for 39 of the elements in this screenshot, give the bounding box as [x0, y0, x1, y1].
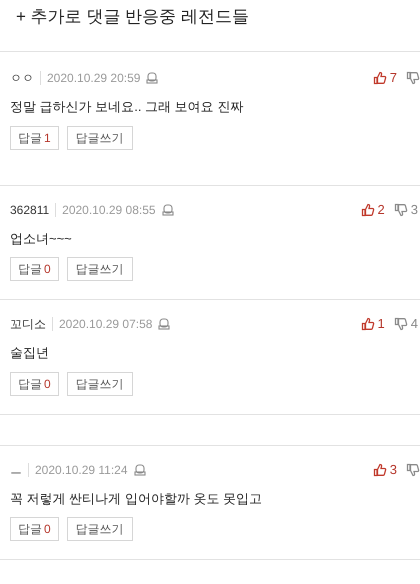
bell-icon[interactable] — [134, 464, 146, 476]
thumbs-up-icon[interactable] — [360, 202, 375, 216]
thumbs-down-icon[interactable] — [406, 71, 420, 85]
thumbs-up-icon[interactable] — [372, 71, 387, 85]
author-name: ㅡ — [10, 462, 22, 478]
comment-text: 술집년 — [10, 344, 50, 362]
thumbs-down-icon[interactable] — [394, 317, 408, 331]
write-reply-button[interactable]: 답글쓰기 — [66, 257, 133, 281]
write-reply-button[interactable]: 답글쓰기 — [66, 126, 133, 150]
comment-text: 업소녀~~~ — [10, 230, 73, 248]
like-count: 7 — [390, 69, 397, 88]
bell-icon[interactable] — [158, 318, 170, 330]
thumbs-up-icon[interactable] — [360, 317, 375, 331]
author-name: ㅇㅇ — [10, 70, 34, 87]
section-heading: + 추가로 댓글 반응중 레전드들 — [16, 6, 249, 28]
comment-text: 정말 급하신가 보네요.. 그래 보여요 진짜 — [10, 98, 244, 116]
bell-icon[interactable] — [162, 204, 174, 216]
author-name: 362811 — [10, 202, 50, 218]
write-reply-button[interactable]: 답글쓰기 — [66, 517, 133, 541]
comment-date: 2020.10.29 07:58 — [59, 316, 152, 333]
like-count: 2 — [378, 200, 385, 219]
like-count: 3 — [390, 460, 397, 479]
comment-date: 2020.10.29 11:24 — [35, 462, 128, 478]
reply-count-button[interactable]: 답글 0 — [10, 257, 59, 281]
comment-date: 2020.10.29 08:55 — [62, 202, 156, 218]
thumbs-down-icon[interactable] — [394, 202, 408, 216]
author-name: 꼬디소 — [10, 316, 46, 333]
dislike-count: 3 — [410, 200, 418, 219]
comment-date: 2020.10.29 20:59 — [47, 70, 140, 87]
like-count: 1 — [378, 315, 385, 334]
comment-text: 꼭 저렇게 싼티나게 입어야할까 옷도 못입고 — [10, 490, 264, 508]
bell-icon[interactable] — [146, 72, 158, 84]
thumbs-down-icon[interactable] — [406, 462, 420, 476]
dislike-count: 4 — [410, 315, 418, 334]
reply-count-button[interactable]: 답글 1 — [10, 126, 59, 150]
write-reply-button[interactable]: 답글쓰기 — [66, 372, 133, 396]
reply-count-button[interactable]: 답글 0 — [10, 517, 59, 541]
thumbs-up-icon[interactable] — [372, 462, 387, 476]
reply-count-button[interactable]: 답글 0 — [10, 372, 59, 396]
